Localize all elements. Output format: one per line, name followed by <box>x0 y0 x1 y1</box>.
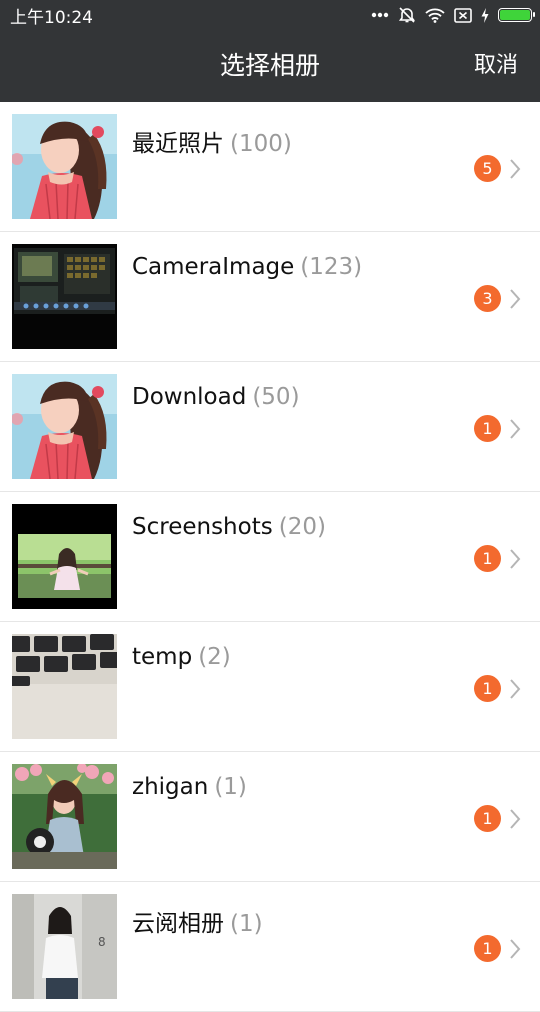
album-thumbnail: 8 <box>12 894 117 999</box>
chevron-right-icon <box>510 939 521 959</box>
status-bar: 上午10:24 <box>0 0 540 30</box>
chevron-right-icon <box>510 419 521 439</box>
album-title: CameraImage (123) <box>132 254 362 280</box>
album-count: (1) <box>230 911 263 937</box>
album-row-screenshots[interactable]: Screenshots (20) 1 <box>0 492 540 622</box>
new-count-badge: 1 <box>474 675 501 702</box>
no-sim-icon <box>454 7 472 23</box>
new-count-badge: 1 <box>474 805 501 832</box>
page-title: 选择相册 <box>219 51 320 80</box>
new-count-badge: 1 <box>474 545 501 572</box>
album-count: (100) <box>230 131 292 157</box>
album-name: 最近照片 <box>132 131 224 157</box>
album-row-recent[interactable]: 最近照片 (100) 5 <box>0 102 540 232</box>
new-count-badge: 3 <box>474 285 501 312</box>
cancel-button[interactable]: 取消 <box>474 30 518 102</box>
title-bar: 选择相册 取消 <box>0 30 540 102</box>
album-thumbnail <box>12 244 117 349</box>
album-count: (2) <box>198 644 231 670</box>
album-name: CameraImage <box>132 254 295 280</box>
album-count: (123) <box>300 254 363 280</box>
chevron-right-icon <box>510 159 521 179</box>
album-count: (20) <box>278 514 326 540</box>
album-row-temp[interactable]: temp (2) 1 <box>0 622 540 752</box>
album-title: 最近照片 (100) <box>132 124 292 158</box>
wifi-icon <box>425 8 445 23</box>
album-name: temp <box>132 644 193 670</box>
album-row-cameraimage[interactable]: CameraImage (123) 3 <box>0 232 540 362</box>
album-title: Download (50) <box>132 384 300 410</box>
album-list: 最近照片 (100) 5 CameraImage (123) 3 Downloa… <box>0 102 540 1012</box>
album-title: zhigan (1) <box>132 774 247 800</box>
chevron-right-icon <box>510 289 521 309</box>
album-thumbnail <box>12 504 117 609</box>
album-name: Screenshots <box>132 514 273 540</box>
album-count: (50) <box>252 384 300 410</box>
album-thumbnail <box>12 374 117 479</box>
chevron-right-icon <box>510 679 521 699</box>
alarm-off-icon <box>398 7 416 23</box>
album-thumbnail <box>12 114 117 219</box>
svg-text:8: 8 <box>98 935 106 949</box>
album-row-zhigan[interactable]: zhigan (1) 1 <box>0 752 540 882</box>
status-time: 上午10:24 <box>10 7 93 28</box>
album-thumbnail <box>12 634 117 739</box>
new-count-badge: 1 <box>474 935 501 962</box>
album-row-download[interactable]: Download (50) 1 <box>0 362 540 492</box>
charging-icon <box>481 7 489 23</box>
album-title: temp (2) <box>132 644 231 670</box>
battery-icon <box>498 8 535 22</box>
chevron-right-icon <box>510 809 521 829</box>
album-row-yunyue[interactable]: 8 云阅相册 (1) 1 <box>0 882 540 1012</box>
album-title: 云阅相册 (1) <box>132 904 263 938</box>
new-count-badge: 1 <box>474 415 501 442</box>
album-thumbnail <box>12 764 117 869</box>
status-icons <box>371 6 535 24</box>
chevron-right-icon <box>510 549 521 569</box>
album-name: Download <box>132 384 247 410</box>
more-dots-icon <box>371 12 389 18</box>
new-count-badge: 5 <box>474 155 501 182</box>
album-name: 云阅相册 <box>132 911 224 937</box>
album-name: zhigan <box>132 774 209 800</box>
album-count: (1) <box>214 774 247 800</box>
album-title: Screenshots (20) <box>132 514 326 540</box>
